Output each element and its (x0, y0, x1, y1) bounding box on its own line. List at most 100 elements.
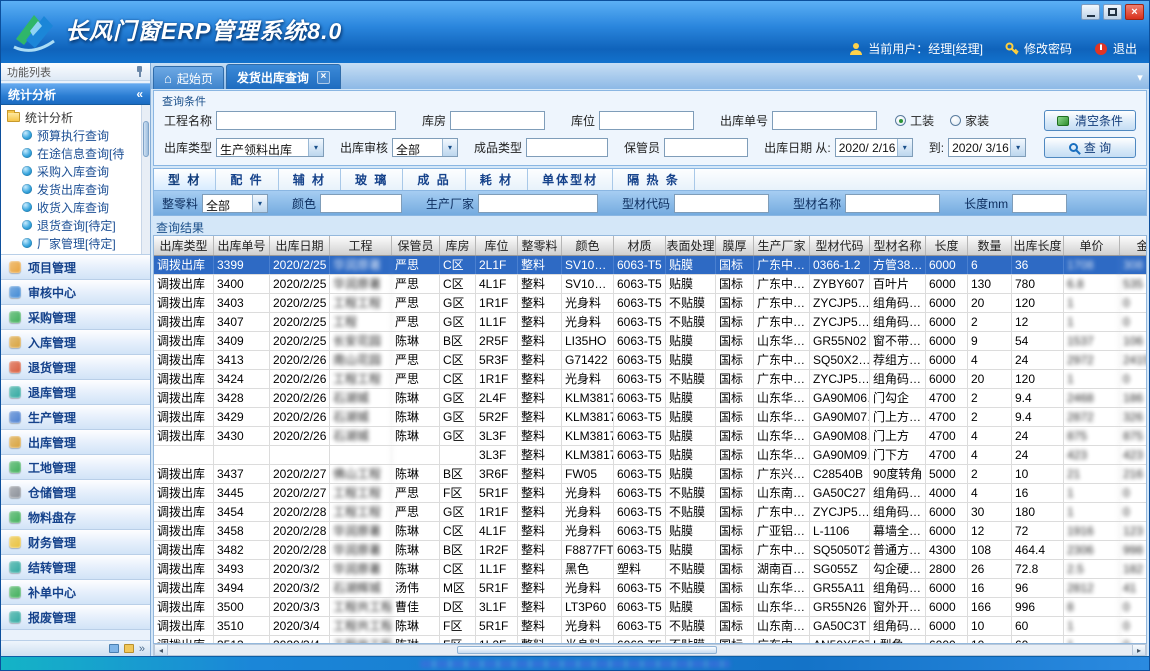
tree-item[interactable]: 厂家管理[待定] (22, 234, 140, 252)
logout-button[interactable]: 退出 (1094, 40, 1137, 57)
change-password-link[interactable]: 修改密码 (1005, 40, 1072, 57)
whole-part-select[interactable]: 全部 ▾ (202, 194, 268, 213)
project-name-input[interactable] (216, 111, 396, 130)
column-header[interactable]: 整零料 (518, 236, 562, 255)
homewear-radio[interactable]: 家装 (950, 112, 989, 129)
column-header[interactable]: 库位 (476, 236, 518, 255)
table-row[interactable]: 调拨出库34302020/2/26石湖城陈琳G区3L3F整料KLM3817606… (154, 427, 1147, 446)
material-tab[interactable]: 成 品 (403, 169, 465, 190)
sidebar-module[interactable]: 入库管理 (1, 330, 150, 355)
column-header[interactable]: 颜色 (562, 236, 614, 255)
table-row[interactable]: 调拨出库34372020/2/27佛山工程陈琳B区3R6F整料FW056063-… (154, 465, 1147, 484)
scroll-right-icon[interactable]: ▸ (1132, 645, 1146, 655)
search-button[interactable]: 查 询 (1044, 137, 1136, 158)
column-header[interactable]: 数量 (968, 236, 1012, 255)
tree-item[interactable]: 发货出库查询 (22, 180, 140, 198)
column-header[interactable]: 材质 (614, 236, 666, 255)
tree-item[interactable]: 采购入库查询 (22, 162, 140, 180)
material-tab[interactable]: 隔 热 条 (613, 169, 695, 190)
column-header[interactable]: 出库单号 (214, 236, 270, 255)
column-header[interactable]: 库房 (440, 236, 476, 255)
manufacturer-input[interactable] (478, 194, 598, 213)
column-header[interactable]: 出库类型 (154, 236, 214, 255)
tree-item[interactable]: 收货入库查询 (22, 198, 140, 216)
tree-scroll-thumb[interactable] (143, 121, 149, 157)
sidebar-module[interactable]: 物料盘存 (1, 505, 150, 530)
table-row[interactable]: 调拨出库34072020/2/25工程严思G区1L1F整料光身料6063-T5不… (154, 313, 1147, 332)
workwear-radio[interactable]: 工装 (895, 112, 934, 129)
minimize-button[interactable] (1081, 4, 1100, 20)
tree-item[interactable]: 退货查询[待定] (22, 216, 140, 234)
sidebar-module[interactable]: 出库管理 (1, 430, 150, 455)
table-row[interactable]: 调拨出库34822020/2/28华润原著陈琳B区1R2F整料F8877FT60… (154, 541, 1147, 560)
column-header[interactable]: 金 (1120, 236, 1147, 255)
sidebar-module[interactable]: 项目管理 (1, 255, 150, 280)
material-tab[interactable]: 辅 材 (279, 169, 341, 190)
table-row[interactable]: 调拨出库34542020/2/28工程工程严思G区1R1F整料光身料6063-T… (154, 503, 1147, 522)
sidebar-module[interactable]: 仓储管理 (1, 480, 150, 505)
material-tab[interactable]: 玻 璃 (341, 169, 403, 190)
sidebar-module[interactable]: 补单中心 (1, 580, 150, 605)
scroll-track[interactable] (168, 645, 1132, 655)
scroll-left-icon[interactable]: ◂ (154, 645, 168, 655)
date-to-picker[interactable]: 2020/ 3/16 ▾ (948, 138, 1026, 157)
scroll-thumb[interactable] (457, 646, 717, 654)
sidebar-module[interactable]: 工地管理 (1, 455, 150, 480)
material-tab[interactable]: 单体型材 (528, 169, 613, 190)
table-row[interactable]: 调拨出库35132020/3/4工程共工程陈琳F区1L2F整料光身料6063-T… (154, 636, 1147, 644)
table-row[interactable]: 调拨出库34132020/2/26南山花园严思C区5R3F整料G71422606… (154, 351, 1147, 370)
table-row[interactable]: 调拨出库34282020/2/26石湖城陈琳G区2L4F整料KLM3817606… (154, 389, 1147, 408)
mini-panel-icon[interactable] (109, 644, 119, 653)
table-hscrollbar[interactable]: ◂ ▸ (153, 644, 1147, 656)
material-tab[interactable]: 配 件 (216, 169, 278, 190)
tree-scrollbar[interactable] (141, 105, 150, 254)
overflow-icon[interactable]: » (139, 643, 145, 655)
column-header[interactable]: 工程 (330, 236, 392, 255)
collapse-icon[interactable]: « (136, 87, 143, 101)
location-input[interactable] (599, 111, 694, 130)
tree-item[interactable]: 在途信息查询[待 (22, 144, 140, 162)
table-row[interactable]: 调拨出库34292020/2/26石湖城陈琳G区5R2F整料KLM3817606… (154, 408, 1147, 427)
table-row[interactable]: 调拨出库35102020/3/4工程共工程陈琳F区5R1F整料光身料6063-T… (154, 617, 1147, 636)
sidebar-module[interactable]: 报废管理 (1, 605, 150, 630)
table-row[interactable]: 调拨出库35002020/3/3工程共工程曹佳D区3L1F整料LT3P60606… (154, 598, 1147, 617)
tree-item[interactable]: 预算执行查询 (22, 126, 140, 144)
color-input[interactable] (320, 194, 402, 213)
table-row[interactable]: 调拨出库34242020/2/26工程工程严思C区1R1F整料光身料6063-T… (154, 370, 1147, 389)
warehouse-input[interactable] (450, 111, 545, 130)
column-header[interactable]: 单价 (1064, 236, 1120, 255)
column-header[interactable]: 型材名称 (870, 236, 926, 255)
column-header[interactable]: 表面处理 (666, 236, 716, 255)
profile-name-input[interactable] (845, 194, 940, 213)
sidebar-module[interactable]: 审核中心 (1, 280, 150, 305)
sidebar-module[interactable]: 退货管理 (1, 355, 150, 380)
table-row[interactable]: 调拨出库34942020/3/2石湖辉城汤伟M区5R1F整料光身料6063-T5… (154, 579, 1147, 598)
table-row[interactable]: 调拨出库34932020/3/2华润原著陈琳C区1L1F整料黑色塑料不贴膜国标湖… (154, 560, 1147, 579)
close-icon[interactable]: × (317, 71, 330, 84)
mini-folder-icon[interactable] (124, 644, 134, 653)
table-row[interactable]: 调拨出库34452020/2/27工程工程严思F区5R1F整料光身料6063-T… (154, 484, 1147, 503)
outbound-audit-select[interactable]: 全部 ▾ (392, 138, 458, 157)
chevron-down-icon[interactable]: ▾ (1131, 71, 1149, 89)
sidebar-module[interactable]: 结转管理 (1, 555, 150, 580)
table-row[interactable]: 3L3F整料KLM38176063-T5贴膜国标山东华…GA90M09…门下方4… (154, 446, 1147, 465)
tree-root[interactable]: 统计分析 (7, 108, 140, 126)
sidebar-module[interactable]: 采购管理 (1, 305, 150, 330)
length-input[interactable] (1012, 194, 1067, 213)
profile-code-input[interactable] (674, 194, 769, 213)
pin-icon[interactable] (135, 66, 144, 77)
sidebar-module[interactable]: 生产管理 (1, 405, 150, 430)
material-tab[interactable]: 型 材 (154, 169, 216, 190)
table-row[interactable]: 调拨出库34582020/2/28华润原著陈琳C区4L1F整料光身料6063-T… (154, 522, 1147, 541)
clear-conditions-button[interactable]: 清空条件 (1044, 110, 1136, 131)
outbound-type-select[interactable]: 生产领料出库 ▾ (216, 138, 324, 157)
column-header[interactable]: 出库日期 (270, 236, 330, 255)
product-type-input[interactable] (526, 138, 608, 157)
order-no-input[interactable] (772, 111, 877, 130)
column-header[interactable]: 长度 (926, 236, 968, 255)
date-from-picker[interactable]: 2020/ 2/16 ▾ (835, 138, 913, 157)
column-header[interactable]: 保管员 (392, 236, 440, 255)
column-header[interactable]: 出库长度 (1012, 236, 1064, 255)
table-row[interactable]: 调拨出库34032020/2/25工程工程严思G区1R1F整料光身料6063-T… (154, 294, 1147, 313)
table-row[interactable]: 调拨出库34002020/2/25华润原著严思C区4L1F整料SV10…6063… (154, 275, 1147, 294)
